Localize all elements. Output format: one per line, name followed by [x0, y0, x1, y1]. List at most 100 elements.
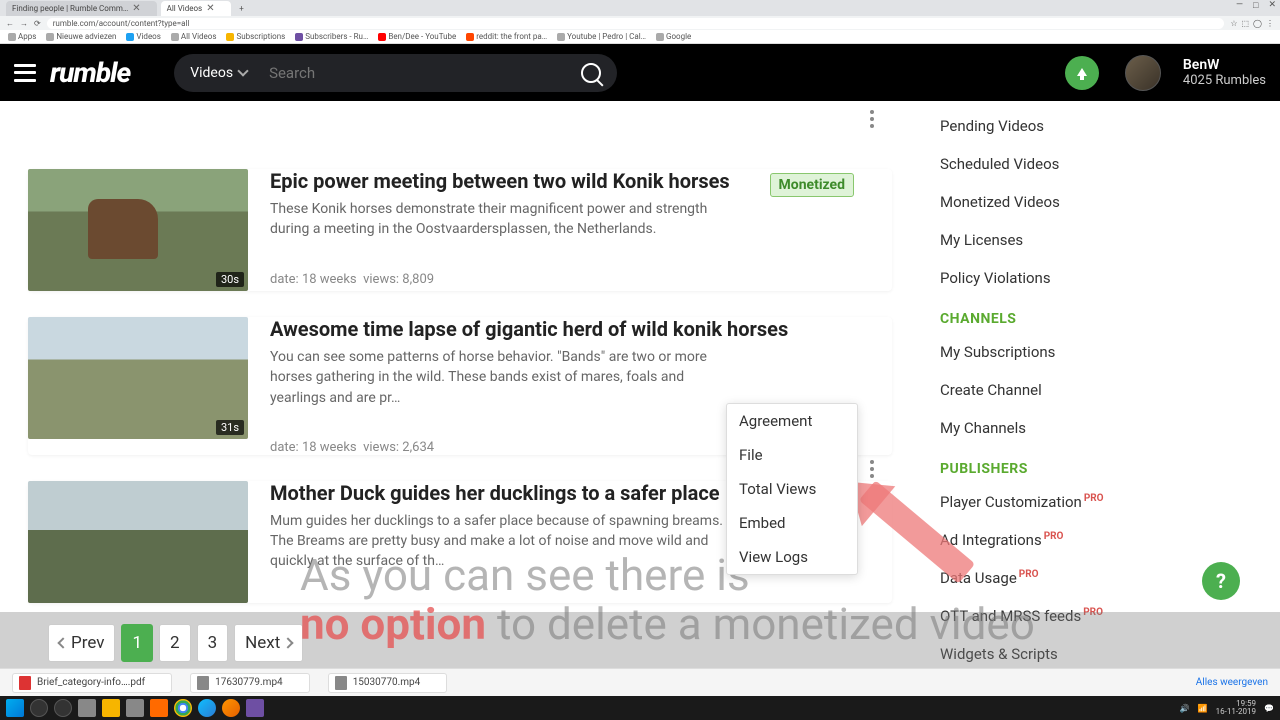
tray-icon[interactable]: 🔊 [1180, 704, 1190, 713]
bookmark[interactable]: reddit: the front pa… [466, 32, 547, 41]
bookmark[interactable]: Subscribers - Ru… [295, 32, 368, 41]
star-icon[interactable]: ☆ [1230, 19, 1237, 28]
context-menu: Agreement File Total Views Embed View Lo… [726, 403, 858, 575]
upload-button[interactable] [1065, 56, 1099, 90]
user-rumbles: 4025 Rumbles [1183, 73, 1266, 88]
taskbar-chrome-icon[interactable] [174, 699, 192, 717]
site-header: rumble Videos BenW 4025 Rumbles [0, 44, 1280, 101]
menu-item-view-logs[interactable]: View Logs [727, 540, 857, 574]
more-options-button[interactable] [860, 455, 884, 483]
sidebar-heading-publishers: PUBLISHERS [940, 447, 1260, 483]
taskbar-firefox-icon[interactable] [222, 699, 240, 717]
download-item[interactable]: 17630779.mp4 [190, 673, 310, 693]
sidebar-item-monetized[interactable]: Monetized Videos [940, 183, 1260, 221]
user-name: BenW [1183, 57, 1266, 73]
help-button[interactable]: ? [1202, 562, 1240, 600]
bookmark[interactable]: Google [656, 32, 691, 41]
url-bar[interactable]: rumble.com/account/content?type=all [47, 18, 1225, 29]
menu-item-agreement[interactable]: Agreement [727, 404, 857, 438]
pro-badge: PRO [1084, 493, 1104, 504]
taskbar-taskview-icon[interactable] [78, 699, 96, 717]
window-close[interactable]: ✕ [1268, 0, 1276, 11]
duration-label: 30s [216, 272, 244, 287]
main: Monetized 30s Epic power meeting between… [0, 101, 1280, 668]
new-tab-button[interactable]: + [235, 4, 249, 13]
bookmark[interactable]: Nieuwe adviezen [46, 32, 116, 41]
chevron-down-icon [237, 65, 248, 76]
nav-reload-icon[interactable]: ⟳ [34, 19, 41, 28]
taskbar-app-icon[interactable] [246, 699, 264, 717]
taskbar-app-icon[interactable] [126, 699, 144, 717]
chevron-right-icon [283, 637, 294, 648]
bookmark[interactable]: Youtube | Pedro | Cal… [557, 32, 646, 41]
next-button[interactable]: Next [234, 624, 303, 662]
prev-button[interactable]: Prev [48, 624, 115, 662]
page-button-2[interactable]: 2 [159, 624, 191, 662]
notifications-icon[interactable]: 💬 [1264, 704, 1274, 713]
menu-item-total-views[interactable]: Total Views [727, 472, 857, 506]
browser-tab-0[interactable]: Finding people | Rumble Comm…✕ [6, 1, 157, 16]
pdf-icon [19, 676, 31, 690]
sidebar-item-policy[interactable]: Policy Violations [940, 259, 1260, 297]
avatar[interactable] [1125, 55, 1161, 91]
window-minimize[interactable]: — [1236, 0, 1243, 11]
sidebar-item-subscriptions[interactable]: My Subscriptions [940, 333, 1260, 371]
sidebar-item-scheduled[interactable]: Scheduled Videos [940, 145, 1260, 183]
more-options-button[interactable] [860, 105, 884, 133]
search-bar: Videos [174, 54, 616, 92]
bookmark[interactable]: Apps [8, 32, 36, 41]
user-info[interactable]: BenW 4025 Rumbles [1183, 57, 1266, 88]
video-thumbnail[interactable]: 31s [28, 317, 248, 439]
video-description: You can see some patterns of horse behav… [270, 347, 730, 408]
system-tray[interactable]: 🔊 📶 19:5916-11-2019 💬 [1180, 700, 1274, 716]
search-button[interactable] [571, 54, 611, 92]
menu-item-file[interactable]: File [727, 438, 857, 472]
bookmark[interactable]: Subscriptions [226, 32, 285, 41]
taskbar-explorer-icon[interactable] [102, 699, 120, 717]
nav-back-icon[interactable]: ← [6, 19, 14, 28]
sidebar-item-my-channels[interactable]: My Channels [940, 409, 1260, 447]
close-icon[interactable]: ✕ [206, 3, 214, 14]
logo[interactable]: rumble [50, 56, 130, 89]
browser-toolbar: ← → ⟳ rumble.com/account/content?type=al… [0, 16, 1280, 30]
video-thumbnail[interactable] [28, 481, 248, 603]
bookmarks-bar: Apps Nieuwe adviezen Videos All Videos S… [0, 30, 1280, 44]
tray-icon[interactable]: 📶 [1198, 704, 1208, 713]
start-button[interactable] [6, 699, 24, 717]
window-maximize[interactable]: □ [1253, 0, 1258, 11]
taskbar-cortana-icon[interactable] [54, 699, 72, 717]
sidebar-item-player-custom[interactable]: Player CustomizationPRO [940, 483, 1260, 521]
bookmark[interactable]: All Videos [171, 32, 217, 41]
file-icon [335, 676, 347, 690]
video-thumbnail[interactable]: 30s [28, 169, 248, 291]
hamburger-icon[interactable] [14, 64, 36, 82]
video-card: Monetized 30s Epic power meeting between… [28, 169, 892, 291]
profile-icon[interactable]: ◯ [1253, 19, 1262, 28]
taskbar-search-icon[interactable] [30, 699, 48, 717]
ext-icon[interactable]: ⬚ [1241, 19, 1249, 28]
page-button-1[interactable]: 1 [121, 624, 153, 662]
sidebar-item-create-channel[interactable]: Create Channel [940, 371, 1260, 409]
sidebar-item-licenses[interactable]: My Licenses [940, 221, 1260, 259]
video-description: These Konik horses demonstrate their mag… [270, 199, 730, 240]
page-button-3[interactable]: 3 [197, 624, 229, 662]
taskbar-app-icon[interactable] [150, 699, 168, 717]
download-item[interactable]: 15030770.mp4 [328, 673, 448, 693]
taskbar-edge-icon[interactable] [198, 699, 216, 717]
search-category-select[interactable]: Videos [190, 65, 257, 81]
video-title[interactable]: Awesome time lapse of gigantic herd of w… [270, 317, 822, 341]
menu-item-embed[interactable]: Embed [727, 506, 857, 540]
browser-tab-1[interactable]: All Videos✕ [161, 1, 231, 16]
bookmark[interactable]: Videos [126, 32, 160, 41]
video-title[interactable]: Epic power meeting between two wild Koni… [270, 169, 822, 193]
bookmark[interactable]: Ben/Dee - YouTube [378, 32, 456, 41]
upload-icon [1077, 68, 1087, 76]
nav-fwd-icon[interactable]: → [20, 19, 28, 28]
menu-icon[interactable]: ⋮ [1266, 19, 1274, 28]
sidebar-item-pending[interactable]: Pending Videos [940, 107, 1260, 145]
search-input[interactable] [257, 64, 571, 82]
close-icon[interactable]: ✕ [132, 3, 140, 14]
show-all-downloads[interactable]: Alles weergeven [1196, 677, 1268, 688]
sidebar-heading-channels: CHANNELS [940, 297, 1260, 333]
download-item[interactable]: Brief_category-info….pdf [12, 673, 172, 693]
